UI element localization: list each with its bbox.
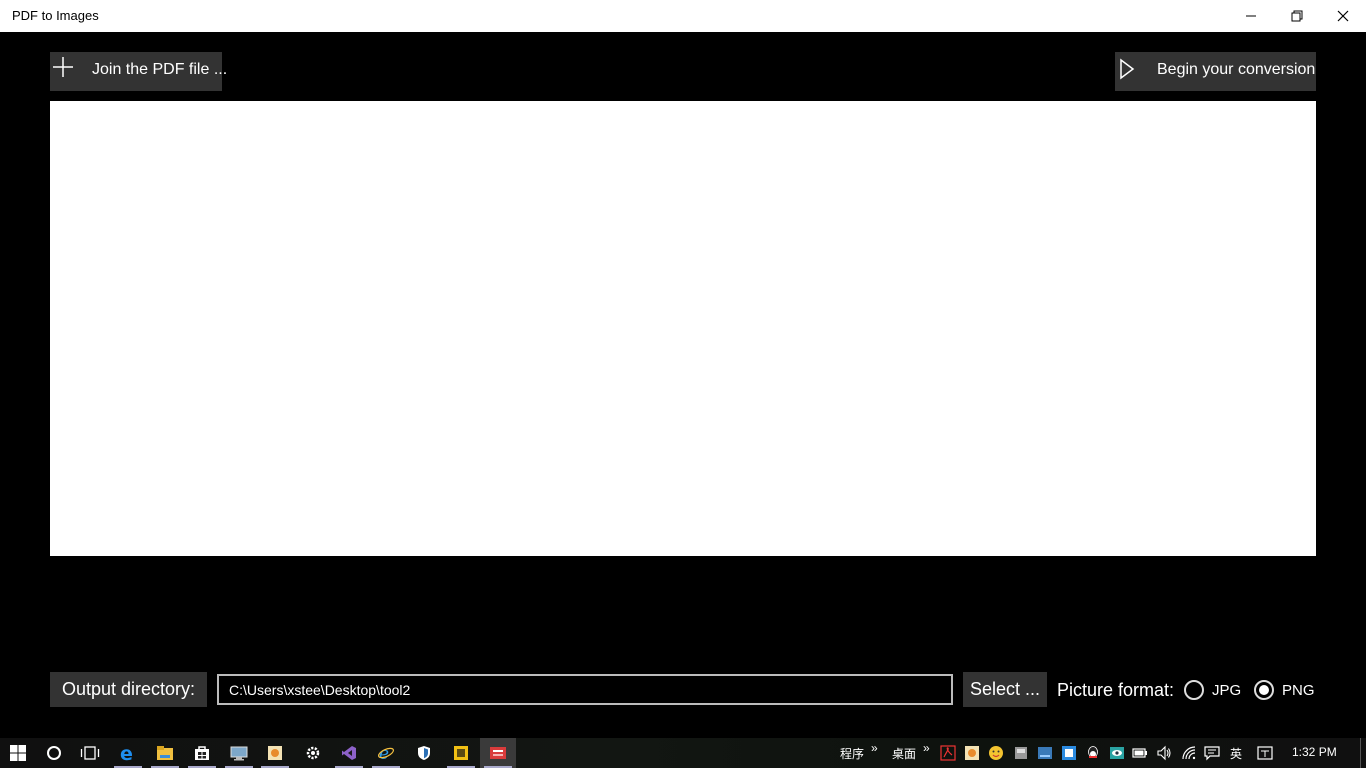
- restore-button[interactable]: [1274, 0, 1320, 32]
- tray-toolbar-programs[interactable]: 程序: [840, 745, 864, 762]
- tray-toolbar-chevron[interactable]: »: [923, 741, 930, 755]
- cortana-button[interactable]: [36, 738, 72, 768]
- taskbar-app-defender[interactable]: [406, 738, 442, 768]
- minimize-icon: [1246, 15, 1256, 17]
- paint-icon: [268, 746, 282, 760]
- taskbar-app-ie[interactable]: e: [368, 738, 404, 768]
- taskbar-app-store[interactable]: [184, 738, 220, 768]
- close-button[interactable]: [1320, 0, 1366, 32]
- windows-start-icon: [10, 745, 26, 761]
- battery-icon[interactable]: [1132, 745, 1148, 761]
- join-pdf-label: Join the PDF file ...: [92, 61, 228, 78]
- output-directory-input[interactable]: [217, 674, 953, 705]
- begin-conversion-label: Begin your conversion: [1157, 61, 1316, 78]
- close-icon: [1337, 10, 1349, 22]
- taskbar-app-pdf-to-images[interactable]: [480, 738, 516, 768]
- format-radio-label: JPG: [1212, 681, 1242, 699]
- task-view-icon: [80, 746, 100, 760]
- edge-icon: e: [120, 744, 133, 762]
- acrobat-tray-icon[interactable]: [940, 745, 956, 761]
- select-directory-button[interactable]: Select ...: [963, 672, 1047, 707]
- taskbar-app-remote-desktop[interactable]: [221, 738, 257, 768]
- picture-format-label: Picture format:: [1057, 680, 1175, 700]
- plus-icon: [53, 57, 73, 77]
- wifi-icon[interactable]: [1181, 745, 1197, 761]
- display-tray-icon[interactable]: [1037, 745, 1053, 761]
- sticky-app-icon: [454, 746, 468, 760]
- settings-icon: [306, 746, 320, 760]
- show-desktop-button[interactable]: [1360, 738, 1366, 768]
- cortana-icon: [47, 746, 61, 760]
- monitor-tray-icon[interactable]: [1013, 745, 1029, 761]
- taskbar: e e 程序 » 桌面 » 英 1:32 PM: [0, 738, 1366, 768]
- task-view-button[interactable]: [72, 738, 108, 768]
- taskbar-app-paint[interactable]: [257, 738, 293, 768]
- taskbar-app-settings[interactable]: [295, 738, 331, 768]
- taskbar-clock[interactable]: 1:32 PM: [1292, 745, 1337, 759]
- paint-tray-icon[interactable]: [964, 745, 980, 761]
- begin-conversion-button[interactable]: Begin your conversion: [1115, 52, 1316, 91]
- network-app-tray-icon[interactable]: [1061, 745, 1077, 761]
- taskbar-app-explorer[interactable]: [147, 738, 183, 768]
- format-radio-label: PNG: [1282, 681, 1315, 699]
- start-button[interactable]: [0, 738, 36, 768]
- remote-desktop-icon: [230, 746, 248, 761]
- tray-toolbar-chevron[interactable]: »: [871, 741, 878, 755]
- input-language-indicator[interactable]: 英: [1230, 745, 1242, 762]
- defender-icon: [418, 746, 430, 760]
- format-radio-png[interactable]: PNG: [1254, 680, 1315, 700]
- play-icon: [1120, 58, 1135, 80]
- output-directory-label: Output directory:: [50, 672, 207, 707]
- join-pdf-button[interactable]: Join the PDF file ...: [50, 52, 227, 91]
- window-title: PDF to Images: [12, 8, 99, 23]
- app-content: Join the PDF file ... Begin your convers…: [0, 32, 1366, 738]
- svg-text:e: e: [120, 744, 133, 762]
- radio-circle: [1184, 680, 1204, 700]
- tray-toolbar-desktop[interactable]: 桌面: [892, 745, 916, 762]
- restore-icon: [1291, 10, 1303, 22]
- radio-circle-checked: [1254, 680, 1274, 700]
- action-center-icon[interactable]: [1204, 745, 1220, 761]
- volume-icon[interactable]: [1156, 745, 1172, 761]
- internet-explorer-icon: e: [378, 744, 394, 762]
- format-radio-jpg[interactable]: JPG: [1184, 680, 1241, 700]
- file-explorer-icon: [157, 746, 173, 760]
- taskbar-app-edge[interactable]: e: [110, 738, 146, 768]
- pdf-file-list[interactable]: [50, 101, 1316, 556]
- title-bar: PDF to Images: [0, 0, 1366, 32]
- qq-tray-icon[interactable]: [1085, 745, 1101, 761]
- store-icon: [195, 746, 209, 760]
- visual-studio-icon: [342, 746, 356, 760]
- emoji-tray-icon[interactable]: [988, 745, 1004, 761]
- minimize-button[interactable]: [1228, 0, 1274, 32]
- keyboard-mode-icon[interactable]: [1257, 745, 1273, 761]
- taskbar-app-sticky[interactable]: [443, 738, 479, 768]
- pdf-to-images-app-icon: [490, 747, 506, 759]
- taskbar-app-visual-studio[interactable]: [331, 738, 367, 768]
- eye-tray-icon[interactable]: [1109, 745, 1125, 761]
